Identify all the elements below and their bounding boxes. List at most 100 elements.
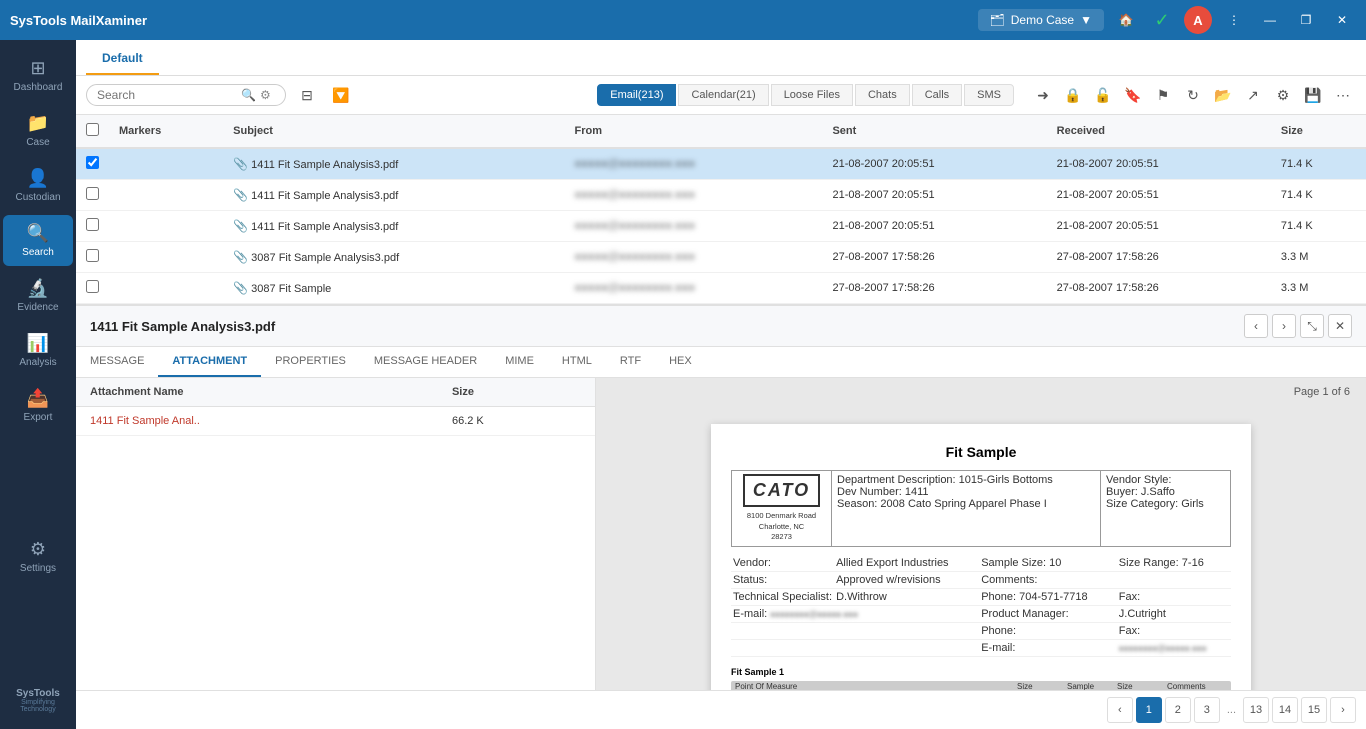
tab-rtf[interactable]: RTF bbox=[606, 347, 655, 377]
table-row[interactable]: 📎 1411 Fit Sample Analysis3.pdf ●●●●●@●●… bbox=[76, 211, 1366, 242]
page-1-button[interactable]: 1 bbox=[1136, 697, 1162, 723]
comments-label: Comments: bbox=[979, 571, 1117, 588]
sidebar-item-custodian[interactable]: 👤 Custodian bbox=[3, 160, 73, 211]
page-3-button[interactable]: 3 bbox=[1194, 697, 1220, 723]
page-next-button[interactable]: › bbox=[1330, 697, 1356, 723]
home-button[interactable]: 🏠 bbox=[1112, 6, 1140, 34]
sidebar-item-settings[interactable]: ⚙ Settings bbox=[3, 531, 73, 582]
row-checkbox[interactable] bbox=[86, 187, 99, 200]
save-button[interactable]: 💾 bbox=[1300, 82, 1326, 108]
tab-default[interactable]: Default bbox=[86, 43, 159, 75]
buyer: Buyer: J.Saffo bbox=[1106, 486, 1225, 498]
expand-button[interactable]: ⤡ bbox=[1300, 314, 1324, 338]
more-button[interactable]: ⋯ bbox=[1330, 82, 1356, 108]
sidebar-item-analysis[interactable]: 📊 Analysis bbox=[3, 325, 73, 376]
page-14-button[interactable]: 14 bbox=[1272, 697, 1298, 723]
case-selector[interactable]: 🗂 Demo Case ▼ bbox=[978, 9, 1104, 31]
email2-value-blurred: ●●●●●●●●@●●●●●.●●● bbox=[1119, 644, 1207, 653]
tab-message-header[interactable]: MESSAGE HEADER bbox=[360, 347, 491, 377]
filter-tab-email[interactable]: Email(213) bbox=[597, 84, 676, 106]
page-15-button[interactable]: 15 bbox=[1301, 697, 1327, 723]
phone-value: 704-571-7718 bbox=[1019, 591, 1088, 603]
attachment-icon: 📎 bbox=[233, 281, 248, 295]
close-detail-button[interactable]: ✕ bbox=[1328, 314, 1352, 338]
close-button[interactable]: ✕ bbox=[1328, 6, 1356, 34]
filter-tab-chats[interactable]: Chats bbox=[855, 84, 910, 106]
maximize-button[interactable]: ❐ bbox=[1292, 6, 1320, 34]
folder-button[interactable]: 📂 bbox=[1210, 82, 1236, 108]
row-checkbox[interactable] bbox=[86, 249, 99, 262]
filter-tab-loose[interactable]: Loose Files bbox=[771, 84, 853, 106]
sidebar-item-evidence[interactable]: 🔬 Evidence bbox=[3, 270, 73, 321]
page-13-button[interactable]: 13 bbox=[1243, 697, 1269, 723]
avatar[interactable]: A bbox=[1184, 6, 1212, 34]
tab-mime[interactable]: MIME bbox=[491, 347, 548, 377]
tab-attachment[interactable]: ATTACHMENT bbox=[158, 347, 261, 377]
sidebar-label-dashboard: Dashboard bbox=[14, 82, 63, 93]
tab-hex[interactable]: HEX bbox=[655, 347, 706, 377]
row-checkbox-cell[interactable] bbox=[76, 148, 109, 180]
prev-button[interactable]: ‹ bbox=[1244, 314, 1268, 338]
sidebar-item-dashboard[interactable]: ⊞ Dashboard bbox=[3, 50, 73, 101]
filter-tab-calls[interactable]: Calls bbox=[912, 84, 962, 106]
page-2-button[interactable]: 2 bbox=[1165, 697, 1191, 723]
minimize-button[interactable]: — bbox=[1256, 6, 1284, 34]
sidebar-item-case[interactable]: 📁 Case bbox=[3, 105, 73, 156]
row-markers bbox=[109, 211, 223, 242]
prod-mgr-label: Product Manager: bbox=[979, 605, 1117, 622]
table-row[interactable]: 📎 3087 Fit Sample ●●●●●@●●●●●●●●.●●● 27-… bbox=[76, 273, 1366, 304]
logo-tagline: Simplifying Technology bbox=[4, 699, 72, 713]
detail-title: 1411 Fit Sample Analysis3.pdf bbox=[90, 319, 1234, 334]
bookmark-button[interactable]: 🔖 bbox=[1120, 82, 1146, 108]
sidebar-item-search[interactable]: 🔍 Search bbox=[3, 215, 73, 266]
select-all-header[interactable] bbox=[76, 115, 109, 148]
row-sent: 21-08-2007 20:05:51 bbox=[822, 211, 1046, 242]
tab-properties[interactable]: PROPERTIES bbox=[261, 347, 360, 377]
search-input[interactable] bbox=[97, 88, 237, 102]
attach-col-name: Attachment Name bbox=[76, 378, 438, 407]
page-prev-button[interactable]: ‹ bbox=[1107, 697, 1133, 723]
export-btn[interactable]: ↗ bbox=[1240, 82, 1266, 108]
lock-button[interactable]: 🔒 bbox=[1060, 82, 1086, 108]
search-settings-icon[interactable]: ⚙ bbox=[260, 88, 271, 102]
tab-bar: Default bbox=[76, 40, 1366, 76]
select-all-checkbox[interactable] bbox=[86, 123, 99, 136]
row-size: 3.3 M bbox=[1271, 242, 1366, 273]
row-markers bbox=[109, 180, 223, 211]
row-checkbox-cell[interactable] bbox=[76, 211, 109, 242]
filter-button[interactable]: 🔽 bbox=[328, 82, 354, 108]
refresh-button[interactable]: ↻ bbox=[1180, 82, 1206, 108]
tech-spec-label: Technical Specialist: bbox=[731, 588, 834, 605]
detail-content: Attachment Name Size 1411 Fit Sample Ana… bbox=[76, 378, 1366, 690]
pdf-page: Fit Sample CATO 8100 Denmark RoadCharlot… bbox=[711, 424, 1251, 690]
forward-button[interactable]: ➜ bbox=[1030, 82, 1056, 108]
filter-tab-calendar[interactable]: Calendar(21) bbox=[678, 84, 768, 106]
unlock-button[interactable]: 🔓 bbox=[1090, 82, 1116, 108]
view-toggle-button[interactable]: ⊟ bbox=[294, 82, 320, 108]
row-checkbox-cell[interactable] bbox=[76, 180, 109, 211]
pdf-viewer[interactable]: Page 1 of 6 Fit Sample CATO 8100 Denmark… bbox=[596, 378, 1366, 690]
row-checkbox[interactable] bbox=[86, 156, 99, 169]
row-markers bbox=[109, 273, 223, 304]
row-received: 27-08-2007 17:58:26 bbox=[1047, 273, 1271, 304]
sidebar-item-export[interactable]: 📤 Export bbox=[3, 380, 73, 431]
email2-label: E-mail: bbox=[979, 639, 1117, 656]
table-row[interactable]: 📎 1411 Fit Sample Analysis3.pdf ●●●●●@●●… bbox=[76, 148, 1366, 180]
filter-tab-sms[interactable]: SMS bbox=[964, 84, 1014, 106]
row-size: 71.4 K bbox=[1271, 148, 1366, 180]
row-checkbox[interactable] bbox=[86, 218, 99, 231]
row-checkbox-cell[interactable] bbox=[76, 242, 109, 273]
table-row[interactable]: 📎 3087 Fit Sample Analysis3.pdf ●●●●●@●●… bbox=[76, 242, 1366, 273]
flag-button[interactable]: ⚑ bbox=[1150, 82, 1176, 108]
row-checkbox-cell[interactable] bbox=[76, 273, 109, 304]
table-row[interactable]: 📎 1411 Fit Sample Analysis3.pdf ●●●●●@●●… bbox=[76, 180, 1366, 211]
tab-html[interactable]: HTML bbox=[548, 347, 606, 377]
pdf-page-info: Page 1 of 6 bbox=[1294, 386, 1350, 398]
next-button[interactable]: › bbox=[1272, 314, 1296, 338]
row-markers bbox=[109, 148, 223, 180]
tab-message[interactable]: MESSAGE bbox=[76, 347, 158, 377]
attachment-row[interactable]: 1411 Fit Sample Anal.. 66.2 K bbox=[76, 407, 595, 436]
row-checkbox[interactable] bbox=[86, 280, 99, 293]
settings-btn[interactable]: ⚙ bbox=[1270, 82, 1296, 108]
menu-button[interactable]: ⋮ bbox=[1220, 6, 1248, 34]
